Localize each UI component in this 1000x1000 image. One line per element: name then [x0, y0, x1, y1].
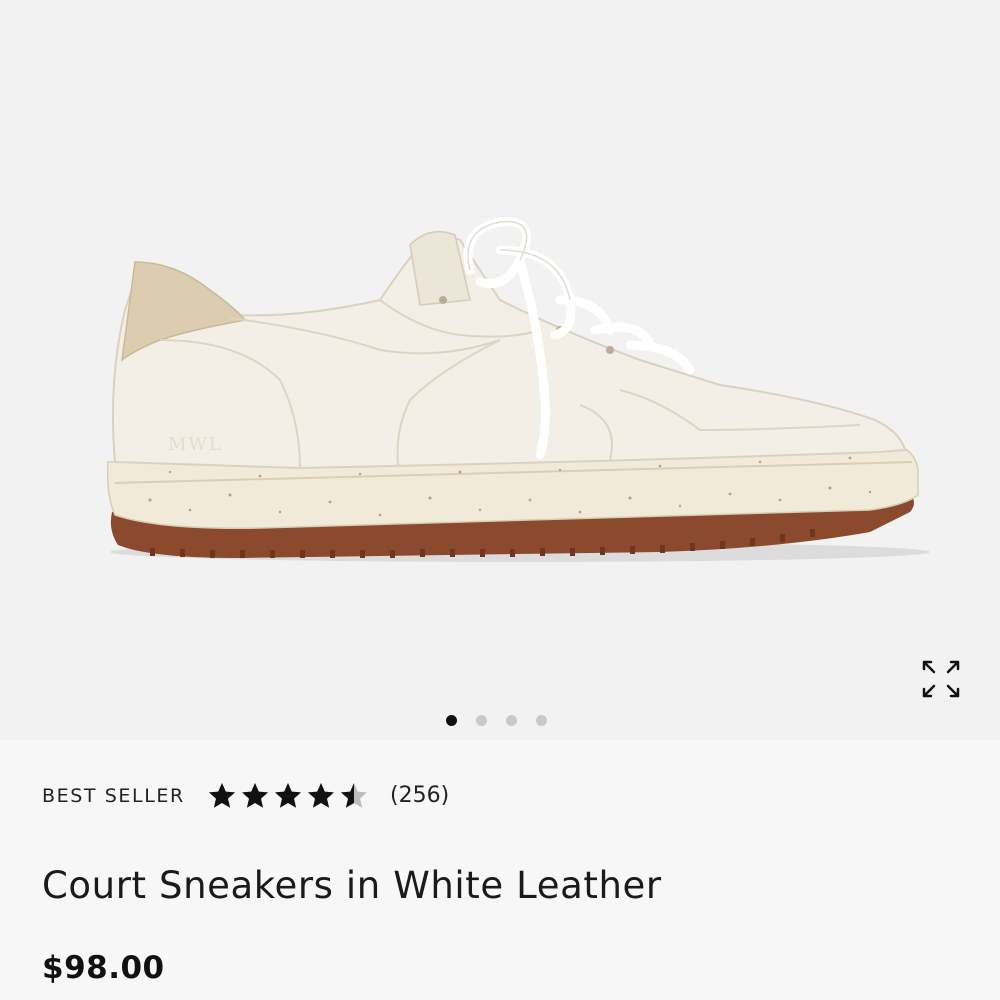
gallery-dot-2[interactable] — [476, 714, 487, 726]
review-count-link[interactable]: (256) — [390, 783, 449, 808]
star-icon — [341, 783, 367, 808]
star-icon — [308, 783, 334, 808]
product-price: $98.00 — [42, 950, 165, 986]
gallery-dot-4[interactable] — [536, 714, 547, 726]
star-icon — [209, 783, 235, 808]
star-icon — [242, 783, 268, 808]
star-icon — [275, 783, 301, 808]
product-title: Court Sneakers in White Leather — [42, 864, 662, 907]
gallery-dot-3[interactable] — [506, 714, 517, 726]
best-seller-badge: BEST SELLER — [42, 785, 185, 807]
product-image[interactable]: MWL — [0, 0, 1000, 700]
expand-button[interactable] — [918, 656, 964, 702]
product-gallery: MWL — [0, 0, 1000, 740]
gallery-pagination — [446, 713, 547, 727]
mwl-logo: MWL — [168, 434, 223, 455]
gallery-dot-1[interactable] — [446, 714, 457, 726]
star-rating[interactable] — [207, 778, 372, 814]
expand-arrows-icon — [922, 660, 960, 698]
